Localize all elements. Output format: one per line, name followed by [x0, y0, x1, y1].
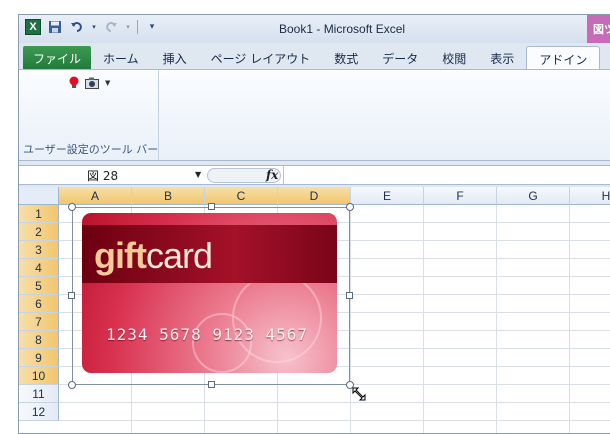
resize-handle-left[interactable]	[68, 292, 75, 299]
tab-review[interactable]: 校閲	[430, 46, 478, 70]
custom-toolbar-tools: ▼	[69, 76, 110, 89]
gift-card-image: giftcard 1234 5678 9123 4567	[82, 213, 337, 373]
custom-toolbar-group: ▼ ユーザー設定のツール バー	[19, 70, 159, 160]
row-header[interactable]: 12	[19, 403, 59, 421]
ribbon-panel: ▼ ユーザー設定のツール バー	[19, 69, 610, 161]
formula-separator	[283, 166, 284, 184]
row-header[interactable]: 1	[19, 205, 59, 223]
lightbulb-icon[interactable]	[69, 76, 79, 89]
save-icon[interactable]	[47, 19, 63, 35]
resize-handle-top[interactable]	[208, 203, 215, 210]
row-header[interactable]: 3	[19, 241, 59, 259]
tab-data[interactable]: データ	[370, 46, 430, 70]
tab-addins[interactable]: アドイン	[526, 46, 601, 70]
resize-handle-bottom[interactable]	[208, 381, 215, 388]
tab-format[interactable]: 書式	[600, 46, 610, 70]
column-headers: A B C D E F G H	[19, 187, 610, 205]
ribbon-tabs: ファイル ホーム 挿入 ページ レイアウト 数式 データ 校閲 表示 アドイン …	[19, 43, 610, 70]
tab-formulas[interactable]: 数式	[322, 46, 370, 70]
row-header[interactable]: 9	[19, 349, 59, 367]
undo-dropdown-icon[interactable]: ▾	[91, 19, 97, 35]
customize-qat-icon[interactable]: ▾	[144, 19, 160, 35]
row-header[interactable]: 10	[19, 367, 59, 385]
column-header[interactable]: H	[570, 187, 610, 205]
camera-dropdown-icon[interactable]: ▼	[105, 79, 110, 87]
worksheet: A B C D E F G H 1 2 3 4 5 6 7 8 9 10 11 …	[19, 187, 610, 433]
resize-handle-right[interactable]	[346, 292, 353, 299]
resize-handle-bottom-left[interactable]	[68, 381, 76, 389]
picture-tools-context-tab[interactable]: 図ツ	[587, 15, 610, 43]
resize-handle-top-left[interactable]	[68, 203, 76, 211]
select-all-corner[interactable]	[19, 187, 59, 205]
card-logo: giftcard	[94, 235, 213, 276]
tab-file[interactable]: ファイル	[23, 46, 92, 70]
title-bar: X ▾ ▾ ▾ Book1 - Microsoft Excel 図ツ	[19, 15, 610, 43]
tab-view[interactable]: 表示	[478, 46, 526, 70]
row-header[interactable]: 11	[19, 385, 59, 403]
column-header[interactable]: E	[351, 187, 424, 205]
row-header[interactable]: 2	[19, 223, 59, 241]
undo-icon[interactable]	[69, 19, 85, 35]
formula-bar: 図 28 ▼ fx	[19, 165, 610, 185]
redo-dropdown-icon[interactable]: ▾	[125, 19, 131, 35]
selected-picture[interactable]: giftcard 1234 5678 9123 4567	[68, 203, 366, 401]
name-box-dropdown-icon[interactable]: ▼	[195, 170, 201, 179]
tab-page-layout[interactable]: ページ レイアウト	[199, 46, 323, 70]
column-header[interactable]: G	[497, 187, 570, 205]
name-box[interactable]: 図 28	[27, 167, 203, 183]
window-title: Book1 - Microsoft Excel	[279, 22, 406, 36]
column-header[interactable]: F	[424, 187, 497, 205]
quick-access-toolbar: X ▾ ▾ ▾	[25, 19, 160, 35]
column-header[interactable]: B	[132, 187, 205, 205]
row-header[interactable]: 6	[19, 295, 59, 313]
row-headers: 1 2 3 4 5 6 7 8 9 10 11 12	[19, 205, 59, 421]
card-number: 1234 5678 9123 4567	[106, 325, 309, 344]
excel-app-icon[interactable]: X	[25, 19, 41, 35]
row-header[interactable]: 5	[19, 277, 59, 295]
camera-icon[interactable]	[85, 77, 99, 89]
tab-insert[interactable]: 挿入	[151, 46, 199, 70]
row-header[interactable]: 8	[19, 331, 59, 349]
resize-cursor-icon	[352, 387, 366, 401]
column-header[interactable]: D	[278, 187, 351, 205]
tab-home[interactable]: ホーム	[91, 46, 151, 70]
row-header[interactable]: 7	[19, 313, 59, 331]
group-label: ユーザー設定のツール バー	[23, 143, 159, 156]
qat-separator	[137, 20, 138, 34]
excel-window: X ▾ ▾ ▾ Book1 - Microsoft Excel 図ツ ファイル …	[18, 14, 610, 434]
row-header[interactable]: 4	[19, 259, 59, 277]
insert-function-button[interactable]: fx	[266, 168, 278, 182]
column-header[interactable]: C	[205, 187, 278, 205]
redo-icon[interactable]	[103, 19, 119, 35]
resize-handle-top-right[interactable]	[346, 203, 354, 211]
